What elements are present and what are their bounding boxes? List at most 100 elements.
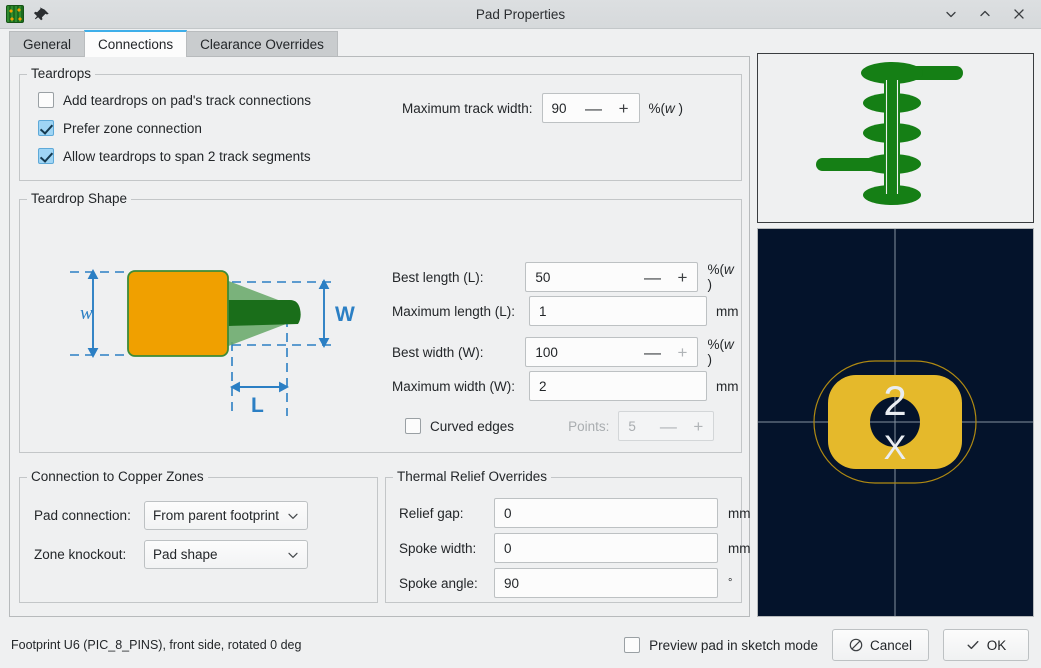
cancel-button-label: Cancel: [869, 637, 912, 653]
relief-gap-unit: mm: [728, 505, 751, 521]
teardrop-shape-group: Teardrop Shape w W L Best length (L): 50…: [19, 191, 742, 453]
max-track-width-decrement-button[interactable]: —: [579, 94, 609, 122]
thermal-relief-legend: Thermal Relief Overrides: [393, 469, 552, 484]
best-length-decrement-button[interactable]: —: [637, 263, 667, 291]
best-width-increment-button: +: [677, 342, 688, 362]
best-width-decrement-button[interactable]: —: [637, 338, 667, 366]
close-button[interactable]: [1011, 6, 1027, 22]
title-bar: Pad Properties: [0, 0, 1041, 29]
pad-number-text: 2: [883, 377, 906, 424]
best-width-unit: %(w ): [707, 337, 734, 367]
maximum-length-label: Maximum length (L):: [392, 303, 516, 319]
pad-connection-label: Pad connection:: [34, 508, 131, 523]
pad-connection-combobox[interactable]: From parent footprint: [144, 501, 308, 530]
points-increment-button: +: [693, 416, 704, 436]
spoke-width-value[interactable]: 0: [495, 541, 717, 556]
tab-connections[interactable]: Connections: [84, 30, 188, 57]
allow-span-2-segments-checkbox-box[interactable]: [38, 148, 54, 164]
window-title: Pad Properties: [475, 6, 566, 22]
relief-gap-value[interactable]: 0: [495, 506, 717, 521]
tab-clearance-overrides[interactable]: Clearance Overrides: [186, 31, 338, 57]
kicad-pcb-icon: [6, 5, 24, 23]
curved-edges-label: Curved edges: [430, 418, 515, 434]
maximum-width-label: Maximum width (W):: [392, 378, 516, 394]
check-icon: [967, 640, 979, 650]
max-track-width-label: Maximum track width:: [402, 100, 533, 116]
best-length-spinner[interactable]: 50 — +: [525, 262, 699, 292]
ok-button-label: OK: [986, 637, 1007, 653]
zone-knockout-value: Pad shape: [153, 547, 218, 562]
pad-marker-text: X: [884, 429, 907, 467]
cancel-button[interactable]: Cancel: [831, 629, 929, 661]
connections-tab-page: Teardrops Add teardrops on pad's track c…: [9, 56, 751, 617]
ok-button[interactable]: OK: [943, 629, 1029, 661]
tab-connections-label: Connections: [98, 37, 174, 52]
tab-general[interactable]: General: [9, 31, 86, 57]
svg-text:W: W: [335, 303, 355, 326]
preview-sketch-mode-checkbox-box[interactable]: [624, 637, 641, 653]
best-length-unit: %(w ): [707, 262, 734, 292]
zone-knockout-label: Zone knockout:: [34, 547, 127, 562]
relief-gap-input[interactable]: 0: [494, 498, 718, 528]
chevron-down-icon: [288, 552, 298, 558]
svg-text:w: w: [80, 303, 93, 324]
max-track-width-unit: %(w ): [648, 100, 684, 116]
thermal-relief-group: Thermal Relief Overrides Relief gap: 0 m…: [385, 469, 751, 603]
teardrops-legend: Teardrops: [27, 66, 96, 81]
points-value: 5: [628, 418, 636, 434]
prefer-zone-connection-checkbox-box[interactable]: [38, 120, 54, 136]
checkbox-curved-edges[interactable]: Curved edges: [405, 418, 514, 434]
copper-zones-legend: Connection to Copper Zones: [27, 469, 208, 484]
spoke-angle-unit: °: [728, 577, 733, 589]
teardrop-shape-diagram: w W L: [36, 214, 386, 434]
teardrop-shape-legend: Teardrop Shape: [27, 191, 132, 206]
checkbox-prefer-zone-connection[interactable]: Prefer zone connection: [38, 120, 202, 136]
pad-preview-canvas[interactable]: 2 X: [757, 228, 1034, 617]
pin-icon[interactable]: [32, 5, 50, 23]
points-decrement-button: —: [659, 416, 677, 436]
max-track-width-value[interactable]: 90: [543, 101, 579, 116]
best-width-spinner[interactable]: 100 — +: [525, 337, 699, 367]
max-track-width-increment-button[interactable]: +: [609, 94, 639, 122]
maximum-length-input[interactable]: 1: [529, 296, 707, 326]
add-teardrops-checkbox-box[interactable]: [38, 92, 54, 108]
checkbox-preview-sketch-mode[interactable]: Preview pad in sketch mode: [624, 637, 818, 653]
best-length-label: Best length (L):: [392, 269, 484, 285]
dialog-footer: Footprint U6 (PIC_8_PINS), front side, r…: [0, 622, 1041, 668]
maximum-length-unit: mm: [716, 303, 739, 319]
zone-knockout-combobox[interactable]: Pad shape: [144, 540, 308, 569]
maximum-length-value[interactable]: 1: [530, 304, 706, 319]
best-width-label: Best width (W):: [392, 344, 484, 360]
spoke-width-input[interactable]: 0: [494, 533, 718, 563]
tab-clearance-overrides-label: Clearance Overrides: [200, 37, 324, 52]
prefer-zone-connection-label: Prefer zone connection: [63, 120, 202, 136]
spoke-width-unit: mm: [728, 540, 751, 556]
maximize-button[interactable]: [977, 6, 993, 22]
teardrops-group: Teardrops Add teardrops on pad's track c…: [19, 66, 742, 181]
best-length-value[interactable]: 50: [526, 270, 637, 285]
maximum-width-input[interactable]: 2: [529, 371, 707, 401]
maximum-width-unit: mm: [716, 378, 739, 394]
checkbox-allow-span-2-segments[interactable]: Allow teardrops to span 2 track segments: [38, 148, 311, 164]
pad-stackup-preview: [757, 53, 1034, 223]
allow-span-2-segments-label: Allow teardrops to span 2 track segments: [63, 148, 311, 164]
spoke-angle-value[interactable]: 90: [495, 576, 717, 591]
status-text: Footprint U6 (PIC_8_PINS), front side, r…: [11, 638, 302, 652]
best-width-value[interactable]: 100: [526, 345, 637, 360]
minimize-button[interactable]: [943, 6, 959, 22]
copper-zones-group: Connection to Copper Zones Pad connectio…: [19, 469, 378, 603]
best-length-increment-button[interactable]: +: [667, 263, 697, 291]
tab-general-label: General: [23, 37, 72, 52]
spoke-width-label: Spoke width:: [399, 540, 477, 556]
checkbox-add-teardrops[interactable]: Add teardrops on pad's track connections: [38, 92, 311, 108]
spoke-angle-input[interactable]: 90: [494, 568, 718, 598]
cancel-icon: [849, 638, 863, 652]
pad-connection-value: From parent footprint: [153, 508, 280, 523]
max-track-width-spinner[interactable]: 90 — +: [541, 93, 640, 123]
maximum-width-value[interactable]: 2: [530, 379, 706, 394]
points-label: Points:: [568, 418, 610, 434]
curved-edges-checkbox-box[interactable]: [405, 418, 421, 434]
chevron-down-icon: [288, 513, 298, 519]
points-spinner: 5 — +: [618, 411, 715, 441]
add-teardrops-label: Add teardrops on pad's track connections: [63, 92, 311, 108]
